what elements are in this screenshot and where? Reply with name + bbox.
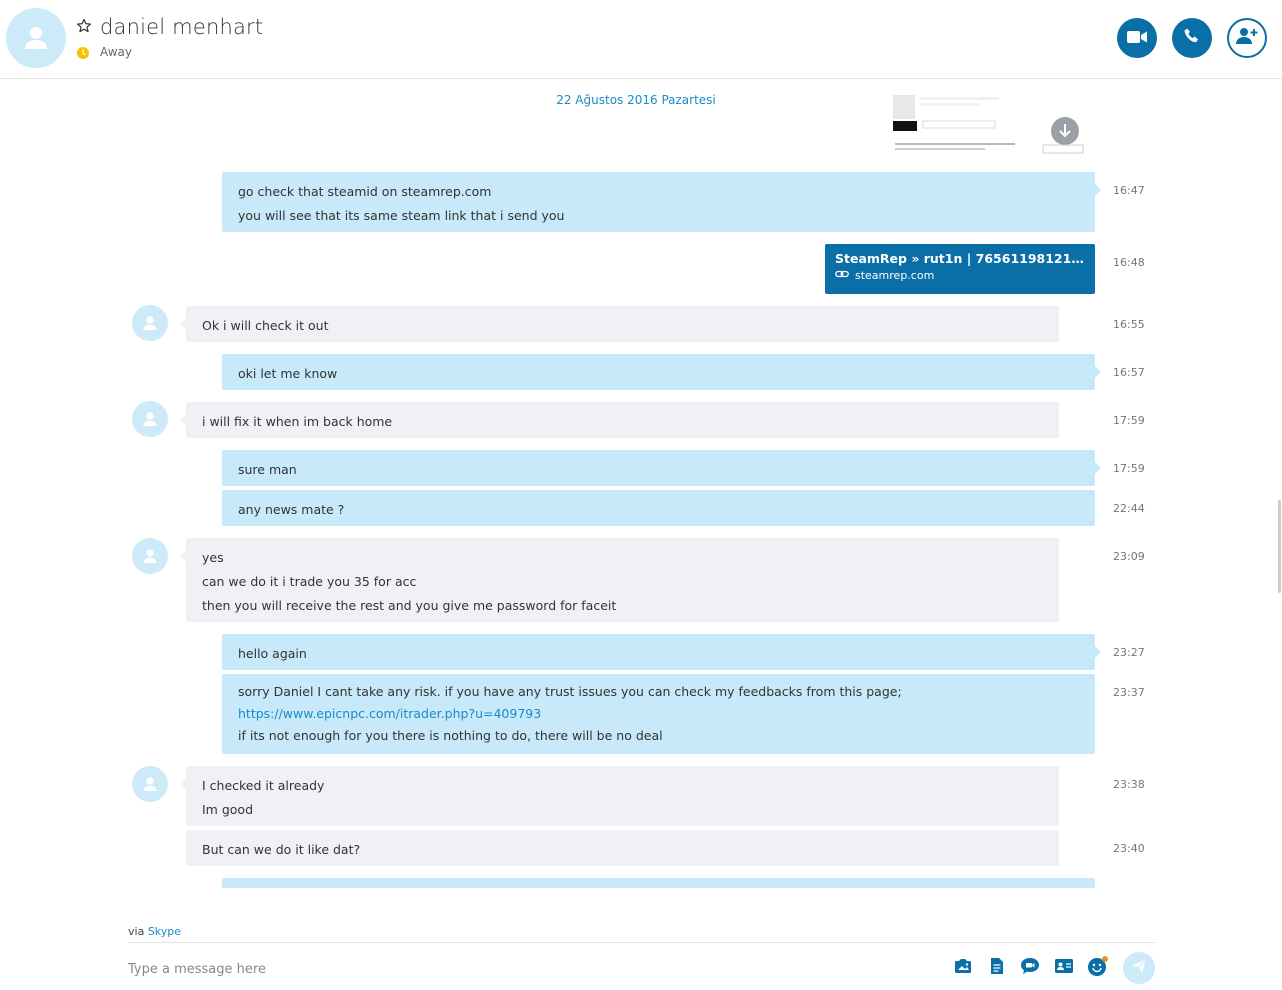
message-text: then you will receive the rest and you g… [202, 598, 617, 613]
add-participant-button[interactable] [1227, 18, 1267, 58]
message-text: any news mate ? [238, 502, 345, 517]
video-call-button[interactable] [1117, 18, 1157, 58]
contact-name[interactable]: daniel menhart [100, 15, 263, 39]
contact-avatar-small[interactable] [132, 401, 168, 437]
received-message[interactable]: i will fix it when im back home [180, 402, 1059, 438]
contact-avatar-small[interactable] [132, 766, 168, 802]
received-message[interactable]: But can we do it like dat? [186, 830, 1059, 866]
send-contact-button[interactable] [1054, 958, 1074, 978]
message-timestamp: 17:59 [1113, 414, 1145, 427]
link-title: SteamRep » rut1n | 7656119812169398... [835, 251, 1085, 266]
send-file-button[interactable] [987, 958, 1007, 978]
sent-message[interactable]: go check that steamid on steamrep.com yo… [222, 172, 1101, 232]
message-text: oki let me know [238, 366, 338, 381]
sent-message[interactable]: sure man [222, 450, 1101, 486]
contact-avatar[interactable] [6, 8, 66, 68]
message-timestamp: 16:48 [1113, 256, 1145, 269]
received-message[interactable]: I checked it already Im good [180, 766, 1059, 826]
send-button[interactable] [1123, 952, 1155, 984]
phone-icon [1183, 27, 1201, 49]
message-text: hello again [238, 646, 307, 661]
shared-image-thumbnail[interactable] [893, 93, 1087, 157]
file-icon [990, 957, 1004, 979]
message-text: Ok i will check it out [202, 318, 329, 333]
message-timestamp: 23:27 [1113, 646, 1145, 659]
via-prefix: via [128, 925, 145, 938]
image-icon [954, 958, 972, 978]
video-message-button[interactable] [1020, 958, 1040, 978]
away-status-icon [77, 44, 89, 59]
sent-message-partial[interactable] [222, 878, 1095, 888]
message-timestamp: 16:55 [1113, 318, 1145, 331]
message-text: can we do it i trade you 35 for acc [202, 574, 417, 589]
message-text: Im good [202, 802, 254, 817]
via-service-label: via Skype [128, 925, 181, 938]
message-timestamp: 23:09 [1113, 550, 1145, 563]
message-timestamp: 23:40 [1113, 842, 1145, 855]
message-timestamp: 16:47 [1113, 184, 1145, 197]
contact-avatar-small[interactable] [132, 538, 168, 574]
composer-divider [128, 942, 1155, 943]
received-message[interactable]: yes can we do it i trade you 35 for acc … [180, 538, 1059, 622]
favorite-star-icon[interactable] [76, 18, 92, 34]
message-text: if its not enough for you there is nothi… [238, 728, 663, 743]
scrollbar-thumb[interactable] [1278, 500, 1281, 593]
feedback-link[interactable]: https://www.epicnpc.com/itrader.php?u=40… [238, 703, 1079, 725]
message-input[interactable] [128, 955, 828, 983]
message-timestamp: 17:59 [1113, 462, 1145, 475]
contact-avatar-small[interactable] [132, 305, 168, 341]
sent-message[interactable]: any news mate ? [222, 490, 1095, 526]
message-timestamp: 23:37 [1113, 686, 1145, 699]
message-text: But can we do it like dat? [202, 842, 361, 857]
link-preview-card[interactable]: SteamRep » rut1n | 7656119812169398... s… [825, 244, 1095, 294]
message-text: you will see that its same steam link th… [238, 208, 565, 223]
link-icon [835, 269, 849, 282]
message-list[interactable]: 22 Ağustos 2016 Pazartesi go check that … [0, 80, 1282, 888]
message-text: i will fix it when im back home [202, 414, 393, 429]
message-text: I checked it already [202, 778, 325, 793]
message-timestamp: 23:38 [1113, 778, 1145, 791]
message-text: go check that steamid on steamrep.com [238, 184, 492, 199]
contact-card-icon [1054, 958, 1074, 978]
message-text: sure man [238, 462, 297, 477]
audio-call-button[interactable] [1172, 18, 1212, 58]
smiley-icon [1087, 955, 1109, 981]
link-domain: steamrep.com [855, 269, 935, 282]
conversation-header: daniel menhart Away [0, 0, 1282, 79]
sent-message[interactable]: sorry Daniel I cant take any risk. if yo… [222, 674, 1095, 754]
via-service-link[interactable]: Skype [148, 925, 181, 938]
presence-status: Away [100, 45, 132, 59]
video-camera-icon [1127, 29, 1147, 48]
received-message[interactable]: Ok i will check it out [180, 306, 1059, 342]
message-timestamp: 22:44 [1113, 502, 1145, 515]
send-arrow-icon [1131, 958, 1147, 978]
sent-message[interactable]: hello again [222, 634, 1101, 670]
sent-message[interactable]: oki let me know [222, 354, 1101, 390]
video-message-icon [1020, 957, 1040, 979]
emoticon-button[interactable] [1087, 955, 1109, 981]
message-timestamp: 16:57 [1113, 366, 1145, 379]
message-text: yes [202, 550, 224, 565]
add-person-icon [1236, 27, 1258, 49]
message-text: sorry Daniel I cant take any risk. if yo… [238, 684, 902, 699]
send-image-button[interactable] [953, 958, 973, 978]
